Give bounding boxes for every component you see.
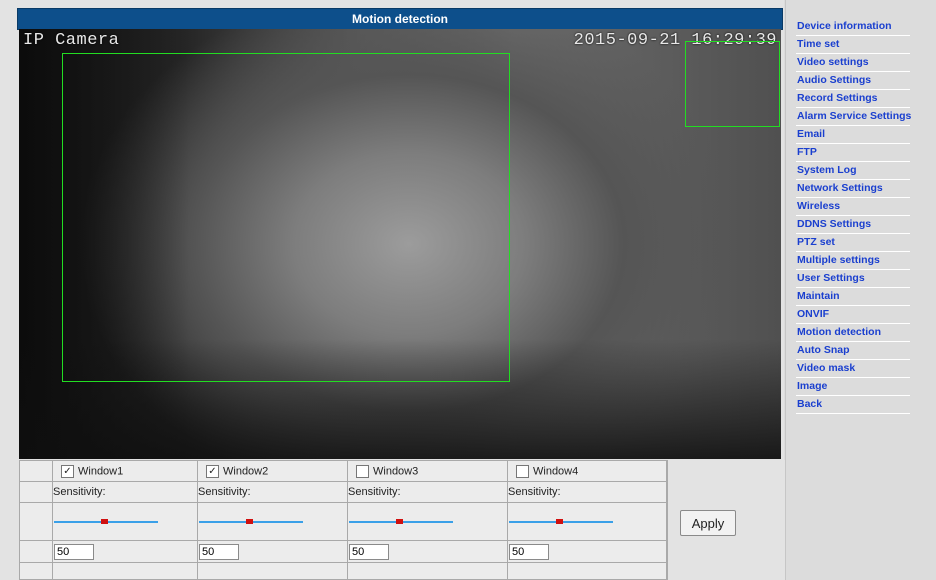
sidebar-item-video-settings[interactable]: Video settings [796,54,910,72]
slider-knob[interactable] [555,518,563,524]
blank-cell [197,562,348,580]
window2-slider-cell [197,502,348,541]
window3-label: Window3 [373,464,419,477]
window2-sensitivity-slider[interactable] [199,516,303,528]
window2-sensitivity-input[interactable] [199,543,239,560]
sidebar-item-maintain[interactable]: Maintain [796,288,910,306]
blank-cell [347,562,508,580]
sidebar-item-onvif[interactable]: ONVIF [796,306,910,324]
window4-label: Window4 [533,464,579,477]
window3-sensitivity-label: Sensitivity: [347,481,508,503]
sidebar-item-audio-settings[interactable]: Audio Settings [796,72,910,90]
slider-knob[interactable] [395,518,403,524]
osd-camera-name: IP Camera [23,31,120,50]
sidebar-item-wireless[interactable]: Wireless [796,198,910,216]
row-spacer [19,502,53,541]
sidebar-item-video-mask[interactable]: Video mask [796,360,910,378]
window1-label: Window1 [78,464,124,477]
camera-video-feed[interactable]: IP Camera 2015-09-21 16:29:39 [19,29,781,459]
row-spacer [19,540,53,563]
sidebar-item-ddns-settings[interactable]: DDNS Settings [796,216,910,234]
window4-value-cell [507,540,667,563]
sidebar-item-alarm-service-settings[interactable]: Alarm Service Settings [796,108,911,126]
sidebar-item-motion-detection[interactable]: Motion detection [796,324,910,342]
window3-sensitivity-slider[interactable] [349,516,453,528]
apply-button[interactable]: Apply [680,510,736,536]
sidebar-item-system-log[interactable]: System Log [796,162,910,180]
sidebar-nav: Device information Time set Video settin… [786,0,936,414]
sidebar-item-ptz-set[interactable]: PTZ set [796,234,910,252]
window3-value-cell [347,540,508,563]
motion-zone-window1[interactable] [62,53,510,382]
window3-slider-cell [347,502,508,541]
window1-sensitivity-input[interactable] [54,543,94,560]
settings-sidebar: Device information Time set Video settin… [785,0,936,580]
window2-checkbox[interactable]: ✓ [206,464,219,478]
window2-cell: ✓ Window2 [197,460,348,482]
window4-sensitivity-input[interactable] [509,543,549,560]
sidebar-item-network-settings[interactable]: Network Settings [796,180,910,198]
slider-knob[interactable] [100,518,108,524]
sidebar-item-back[interactable]: Back [796,396,910,414]
motion-zone-window2[interactable] [685,41,780,127]
row-spacer [19,481,53,503]
blank-cell [52,562,198,580]
slider-knob[interactable] [245,518,253,524]
window1-sensitivity-slider[interactable] [54,516,158,528]
window4-checkbox[interactable] [516,464,529,478]
sidebar-item-email[interactable]: Email [796,126,910,144]
page-title: Motion detection [17,8,783,30]
window3-checkbox[interactable] [356,464,369,478]
row-spacer [19,460,53,482]
window2-label: Window2 [223,464,269,477]
window3-sensitivity-input[interactable] [349,543,389,560]
sidebar-item-ftp[interactable]: FTP [796,144,910,162]
window1-sensitivity-label: Sensitivity: [52,481,198,503]
blank-cell [507,562,667,580]
window2-sensitivity-label: Sensitivity: [197,481,348,503]
window1-checkbox[interactable]: ✓ [61,464,74,478]
window3-cell: Window3 [347,460,508,482]
sidebar-item-auto-snap[interactable]: Auto Snap [796,342,910,360]
window4-sensitivity-label: Sensitivity: [507,481,667,503]
sidebar-item-time-set[interactable]: Time set [796,36,910,54]
window2-value-cell [197,540,348,563]
row-spacer [19,562,53,580]
window1-cell: ✓ Window1 [52,460,198,482]
sidebar-item-image[interactable]: Image [796,378,910,396]
sidebar-item-device-information[interactable]: Device information [796,18,910,36]
window1-value-cell [52,540,198,563]
sidebar-item-user-settings[interactable]: User Settings [796,270,910,288]
main-panel: Motion detection IP Camera 2015-09-21 16… [0,0,785,580]
window-settings-table: ✓ Window1 ✓ Window2 Window3 Window4 Sensit… [19,460,667,580]
sidebar-item-multiple-settings[interactable]: Multiple settings [796,252,910,270]
window4-sensitivity-slider[interactable] [509,516,613,528]
window1-slider-cell [52,502,198,541]
sidebar-item-record-settings[interactable]: Record Settings [796,90,910,108]
window4-cell: Window4 [507,460,667,482]
window4-slider-cell [507,502,667,541]
motion-window-controls: ✓ Window1 ✓ Window2 Window3 Window4 Sensit… [19,460,667,580]
